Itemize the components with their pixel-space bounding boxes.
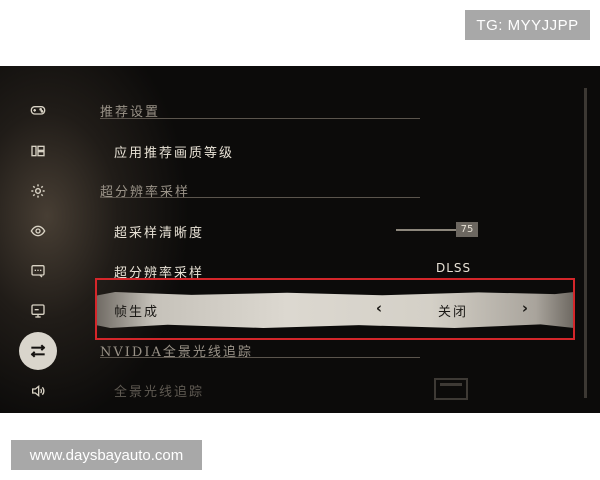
section-divider <box>100 357 420 358</box>
chevron-right-icon[interactable]: › <box>517 299 533 317</box>
section-divider <box>100 197 420 198</box>
upscale-sharpness-value: 75 <box>456 222 478 237</box>
speaker-icon[interactable] <box>24 377 52 405</box>
watermark-url: www.daysbayauto.com <box>11 440 202 470</box>
section-divider <box>100 118 420 119</box>
sliders-icon[interactable] <box>19 332 57 370</box>
upscaling-value[interactable]: DLSS <box>436 261 471 275</box>
gamepad-icon[interactable] <box>24 96 52 124</box>
upscale-sharpness-label: 超采样清晰度 <box>114 226 205 241</box>
frame-generation-row[interactable] <box>95 278 575 340</box>
gear-icon[interactable] <box>24 177 52 205</box>
subtitle-icon[interactable] <box>24 257 52 285</box>
full-ray-tracing-toggle[interactable] <box>434 378 468 400</box>
full-ray-tracing-label: 全景光线追踪 <box>114 385 205 400</box>
upscale-sharpness-slider[interactable] <box>396 229 456 231</box>
settings-category-rail <box>0 66 75 413</box>
eye-icon[interactable] <box>24 217 52 245</box>
chevron-left-icon[interactable]: ‹ <box>371 299 387 317</box>
apply-recommended-quality[interactable]: 应用推荐画质等级 <box>114 142 234 161</box>
watermark-tag: TG: MYYJJPP <box>465 10 590 40</box>
monitor-icon[interactable] <box>24 297 52 325</box>
display-mode-icon[interactable] <box>24 137 52 165</box>
frame-generation-label: 帧生成 <box>114 305 160 320</box>
game-settings-screen: 推荐设置 应用推荐画质等级 超分辨率采样 超采样清晰度 75 超分辨率采样 DL… <box>0 66 600 413</box>
frame-generation-value: 关闭 <box>438 305 469 320</box>
settings-scrollbar[interactable] <box>584 88 587 398</box>
